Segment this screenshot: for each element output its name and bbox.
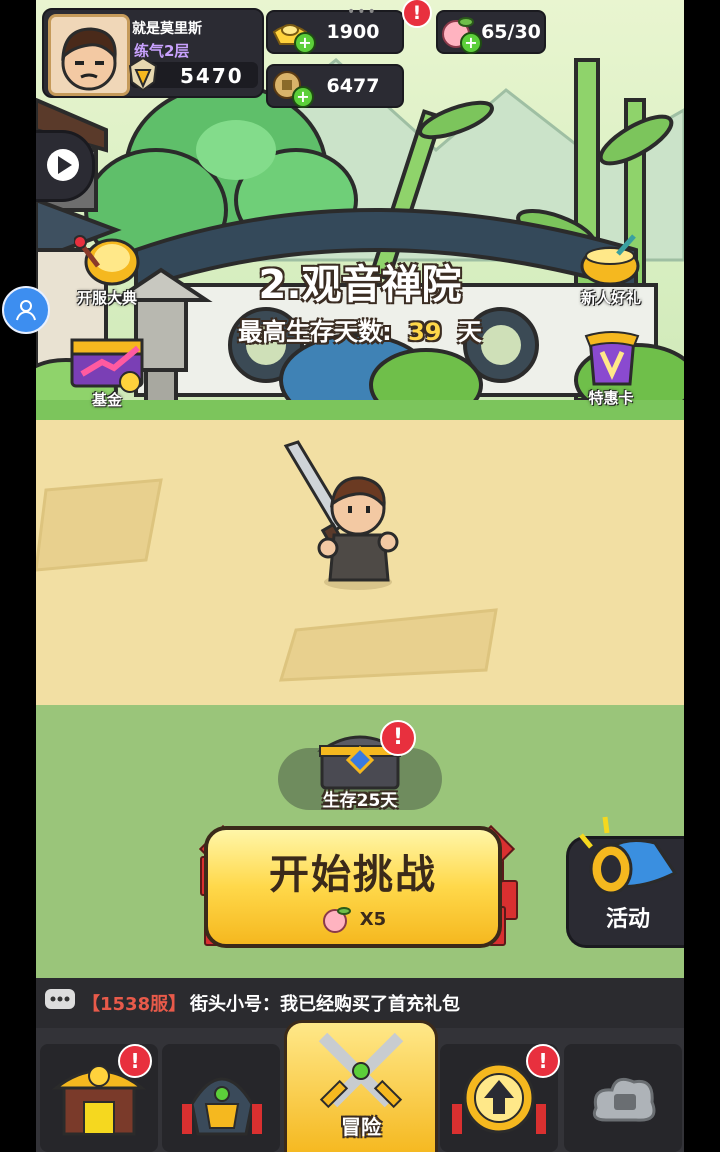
gold-value: 1900 (326, 21, 380, 43)
nav-upgrade-alert-badge: ! (526, 1044, 560, 1078)
right-letterbox (684, 0, 720, 1152)
crossed-swords-icon (318, 1032, 404, 1109)
player-avatar[interactable] (48, 14, 130, 96)
gift-pot-icon (580, 234, 640, 286)
newbie-gift-button[interactable]: 新人好礼 (568, 232, 654, 308)
add-stamina-icon[interactable]: + (460, 32, 482, 54)
special-card-button[interactable]: 特惠卡 (568, 330, 654, 408)
combat-power-icon (128, 56, 158, 92)
lock-cloud-icon (592, 1077, 656, 1122)
best-survival-label: 最高生存天数: (238, 318, 392, 346)
hero-portrait-icon (51, 17, 127, 93)
activity-label: 活动 (605, 907, 650, 932)
activity-button[interactable]: 活动 (566, 816, 684, 948)
hero-character[interactable] (276, 440, 406, 600)
best-survival-days: 39 (408, 318, 442, 346)
coin-value: 6477 (326, 75, 380, 97)
chat-server-tag: 【1538服】 (82, 994, 187, 1015)
add-gold-icon[interactable]: + (294, 32, 316, 54)
chest-alert-badge: ! (380, 720, 416, 756)
play-icon (47, 149, 79, 181)
fund-chest-icon (70, 338, 144, 393)
fund-label: 基金 (91, 391, 122, 409)
user-icon (16, 300, 36, 321)
vip-card-icon (584, 331, 640, 386)
window-handle-dots: ••• (347, 4, 378, 20)
opening-ceremony-label: 开服大典 (76, 289, 137, 307)
start-cost-row: X5 (208, 904, 498, 934)
game-screen: 就是莫里斯 练气2层 5470 + 1900 + 65/30 ! + 6477 … (36, 0, 684, 1152)
special-card-label: 特惠卡 (588, 389, 634, 407)
drum-icon (74, 235, 140, 286)
stamina-value: 65/30 (481, 21, 541, 43)
combat-power-bar: 5470 (128, 56, 258, 92)
horn-icon (579, 816, 678, 895)
left-letterbox (0, 0, 36, 1152)
combat-power-value: 5470 (180, 64, 244, 88)
copper-coin-counter[interactable]: + 6477 (266, 64, 404, 108)
opening-ceremony-button[interactable]: 开服大典 (64, 232, 150, 308)
start-cost-value: X5 (359, 908, 387, 930)
gold-ingot-counter[interactable]: + 1900 (266, 10, 404, 54)
chat-bubble-icon (45, 989, 75, 1009)
bottom-nav-bar: ! 冒险 ! (36, 1020, 684, 1152)
helmet-icon (182, 1077, 262, 1136)
survival-chest-label: 生存25天 (322, 791, 398, 811)
nav-tab-adventure[interactable]: 冒险 (284, 1020, 438, 1152)
best-survival-unit: 天 (457, 318, 482, 346)
player-profile-panel[interactable]: 就是莫里斯 练气2层 5470 (42, 8, 264, 98)
nav-tab-locked[interactable] (564, 1044, 682, 1152)
add-coin-icon[interactable]: + (292, 86, 314, 108)
survival-reward-chest[interactable]: 生存25天 (278, 735, 442, 811)
peach-cost-icon (322, 907, 351, 933)
fund-button[interactable]: 基金 (64, 334, 150, 410)
nav-tab-character[interactable] (162, 1044, 280, 1152)
chat-message: 街头小号：我已经购买了首充礼包 (190, 994, 460, 1015)
nav-shop-alert-badge: ! (118, 1044, 152, 1078)
nav-adventure-label: 冒险 (341, 1115, 381, 1139)
newbie-gift-label: 新人好礼 (580, 289, 641, 307)
start-challenge-button[interactable]: 开始挑战 X5 (204, 826, 502, 948)
stamina-counter[interactable]: + 65/30 (436, 10, 546, 54)
player-name: 就是莫里斯 (132, 21, 202, 37)
expand-play-button[interactable] (36, 130, 95, 202)
floating-assistant-button[interactable] (2, 286, 50, 334)
start-challenge-label: 开始挑战 (269, 852, 437, 898)
